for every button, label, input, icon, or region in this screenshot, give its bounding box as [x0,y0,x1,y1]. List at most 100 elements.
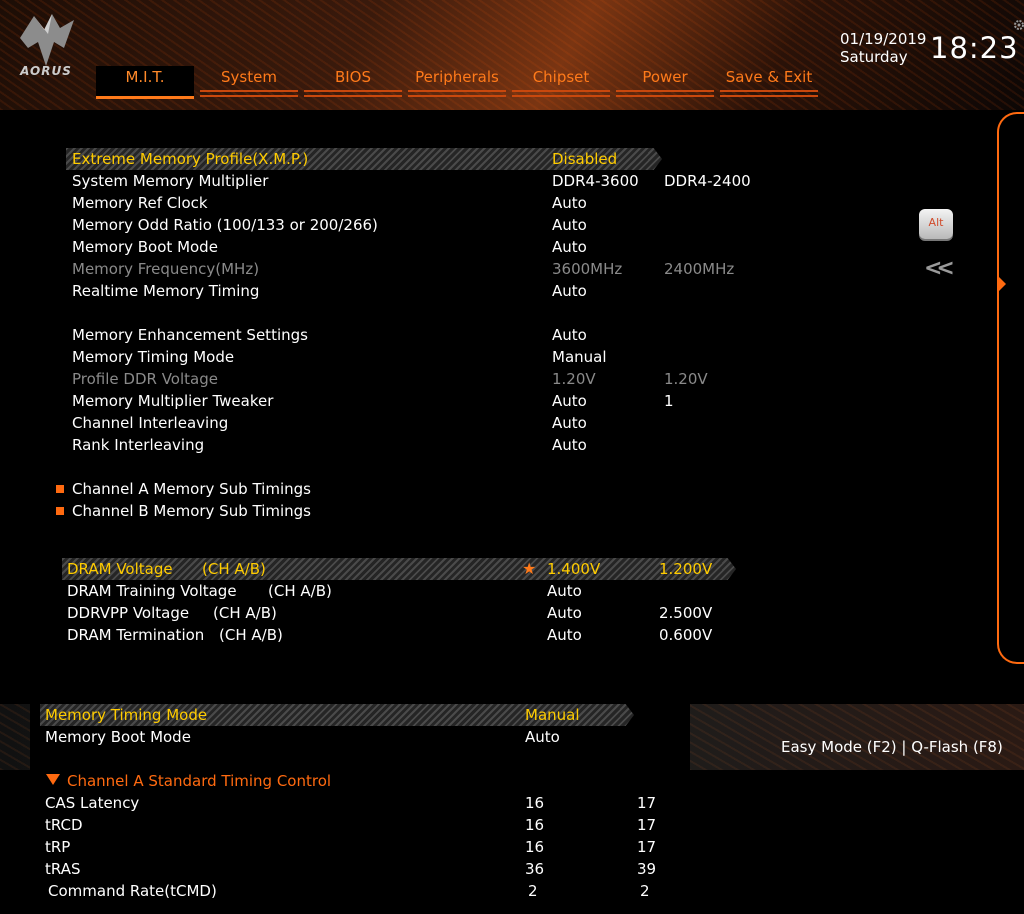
aorus-logo-text: AORUS [20,64,72,78]
setting-row-ddrvpp-voltage[interactable]: DDRVPP Voltage (CH A/B) Auto 2.500V [62,602,762,624]
setting-value: DDR4-3600 [552,172,639,190]
setting-value: Auto [552,436,587,454]
setting-row-realtime-timing[interactable]: Realtime Memory Timing Auto [66,280,766,302]
setting-row-ref-clock[interactable]: Memory Ref Clock Auto [66,192,766,214]
timing-value: 2 [528,882,538,900]
setting-label: Extreme Memory Profile(X.M.P.) [72,150,309,168]
tab-label: M.I.T. [125,68,165,86]
submenu-channel-a-sub-timings[interactable]: Channel A Memory Sub Timings [56,478,456,500]
setting-label: DRAM Training Voltage [67,582,237,600]
timing-label: tRAS [45,860,81,878]
setting-label: Memory Boot Mode [72,238,218,256]
date-text: 01/19/2019 [840,30,927,48]
setting-value-current: 1 [664,392,674,410]
setting-row-timing-mode[interactable]: Memory Timing Mode Manual [66,346,766,368]
timing-row-command-rate[interactable]: Command Rate(tCMD) 2 2 [40,880,660,902]
setting-label: DRAM Termination [67,626,205,644]
submenu-channel-b-sub-timings[interactable]: Channel B Memory Sub Timings [56,500,456,522]
setting-label: Realtime Memory Timing [72,282,260,300]
triangle-down-icon [46,774,60,785]
setting-row-bottom-timing-mode[interactable]: Memory Timing Mode Manual [40,704,634,726]
setting-channel: (CH A/B) [219,626,283,644]
tab-label: Peripherals [415,68,499,86]
setting-value-current: 2400MHz [664,260,735,278]
timing-value-current: 17 [637,816,657,834]
setting-row-dram-termination[interactable]: DRAM Termination (CH A/B) Auto 0.600V [62,624,762,646]
setting-row-bottom-boot-mode[interactable]: Memory Boot Mode Auto [40,726,660,748]
setting-value: 3600MHz [552,260,623,278]
setting-row-dram-training-voltage[interactable]: DRAM Training Voltage (CH A/B) Auto [62,580,762,602]
tab-mit[interactable]: M.I.T. [96,66,194,99]
setting-value: 1.400V [547,560,601,578]
setting-channel: (CH A/B) [213,604,277,622]
setting-value: Auto [552,282,587,300]
tab-bios[interactable]: BIOS [304,66,402,97]
tab-save-exit[interactable]: Save & Exit [720,66,818,97]
tab-power[interactable]: Power [616,66,714,97]
star-icon: ★ [522,559,537,578]
timing-row-tras[interactable]: tRAS 36 39 [40,858,660,880]
timing-label: Command Rate(tCMD) [48,882,217,900]
setting-value: Auto [525,728,560,746]
timing-label: CAS Latency [45,794,140,812]
timing-row-cas-latency[interactable]: CAS Latency 16 17 [40,792,660,814]
setting-label: DDRVPP Voltage [67,604,190,622]
setting-value: Auto [552,216,587,234]
setting-value: Disabled [552,150,618,168]
setting-value-current: 2.500V [659,604,713,622]
setting-label: Memory Odd Ratio (100/133 or 200/266) [72,216,378,234]
setting-row-enhancement[interactable]: Memory Enhancement Settings Auto [66,324,766,346]
setting-row-boot-mode[interactable]: Memory Boot Mode Auto [66,236,766,258]
timing-label: tRP [45,838,71,856]
timing-label: tRCD [45,816,83,834]
setting-row-odd-ratio[interactable]: Memory Odd Ratio (100/133 or 200/266) Au… [66,214,766,236]
tab-peripherals[interactable]: Peripherals [408,66,506,97]
timing-row-trcd[interactable]: tRCD 16 17 [40,814,660,836]
side-panel-expand-icon[interactable] [999,277,1006,291]
timing-value: 16 [525,794,545,812]
setting-value: Auto [552,392,587,410]
side-panel-frame [997,112,1024,664]
setting-value: 1.20V [552,370,596,388]
setting-row-multiplier[interactable]: System Memory Multiplier DDR4-3600 DDR4-… [66,170,766,192]
timing-row-trp[interactable]: tRP 16 17 [40,836,660,858]
setting-value: Auto [547,582,582,600]
setting-row-dram-voltage[interactable]: DRAM Voltage (CH A/B) ★ 1.400V 1.200V [62,558,736,580]
double-chevron-left-icon[interactable]: << [924,256,955,281]
setting-label: Channel Interleaving [72,414,229,432]
tab-system[interactable]: System [200,66,298,97]
timing-value: 16 [525,838,545,856]
setting-row-frequency: Memory Frequency(MHz) 3600MHz 2400MHz [66,258,766,280]
submenu-label: Channel B Memory Sub Timings [72,502,311,520]
setting-value-current: DDR4-2400 [664,172,751,190]
setting-value: Auto [552,414,587,432]
timing-value-current: 2 [640,882,650,900]
tab-chipset[interactable]: Chipset [512,66,610,97]
setting-label: System Memory Multiplier [72,172,269,190]
setting-row-profile-voltage: Profile DDR Voltage 1.20V 1.20V [66,368,766,390]
tab-label: System [221,68,277,86]
timing-value: 36 [525,860,545,878]
setting-row-multiplier-tweaker[interactable]: Memory Multiplier Tweaker Auto 1 [66,390,766,412]
setting-value: Manual [552,348,607,366]
setting-row-xmp[interactable]: Extreme Memory Profile(X.M.P.) Disabled [66,148,662,170]
setting-value: Manual [525,706,580,724]
setting-row-rank-interleaving[interactable]: Rank Interleaving Auto [66,434,766,456]
timing-value-current: 17 [637,794,657,812]
setting-value-current: 1.200V [659,560,713,578]
timing-value: 16 [525,816,545,834]
clock-time: 18:23 [930,31,1019,65]
setting-value: Auto [552,326,587,344]
timing-value-current: 17 [637,838,657,856]
submenu-label: Channel A Memory Sub Timings [72,480,311,498]
setting-label: Memory Multiplier Tweaker [72,392,274,410]
tab-label: Chipset [532,68,590,86]
setting-row-channel-interleaving[interactable]: Channel Interleaving Auto [66,412,766,434]
setting-label: Memory Timing Mode [72,348,235,366]
tab-label: BIOS [334,68,372,86]
gear-icon[interactable] [1010,18,1024,32]
section-channel-a-standard-timing[interactable]: Channel A Standard Timing Control [46,770,446,792]
setting-channel: (CH A/B) [202,560,266,578]
hotkey-hints[interactable]: Easy Mode (F2) | Q-Flash (F8) [781,738,1003,756]
alt-key-button[interactable]: Alt [919,209,953,239]
